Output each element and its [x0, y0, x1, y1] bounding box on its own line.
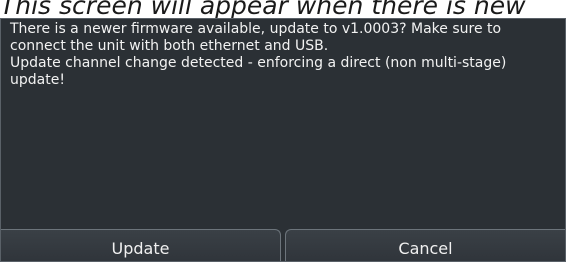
dialog-message: There is a newer firmware available, upd… [10, 21, 558, 89]
message-line: connect the unit with both ethernet and … [10, 38, 329, 54]
cancel-button[interactable]: Cancel [285, 229, 565, 261]
update-button[interactable]: Update [1, 229, 281, 261]
dialog-button-row: Update Cancel [1, 229, 565, 261]
message-line: There is a newer firmware available, upd… [10, 21, 502, 37]
message-line: update! [10, 72, 65, 88]
firmware-update-dialog: There is a newer firmware available, upd… [0, 18, 566, 262]
message-line: Update channel change detected - enforci… [10, 55, 507, 71]
